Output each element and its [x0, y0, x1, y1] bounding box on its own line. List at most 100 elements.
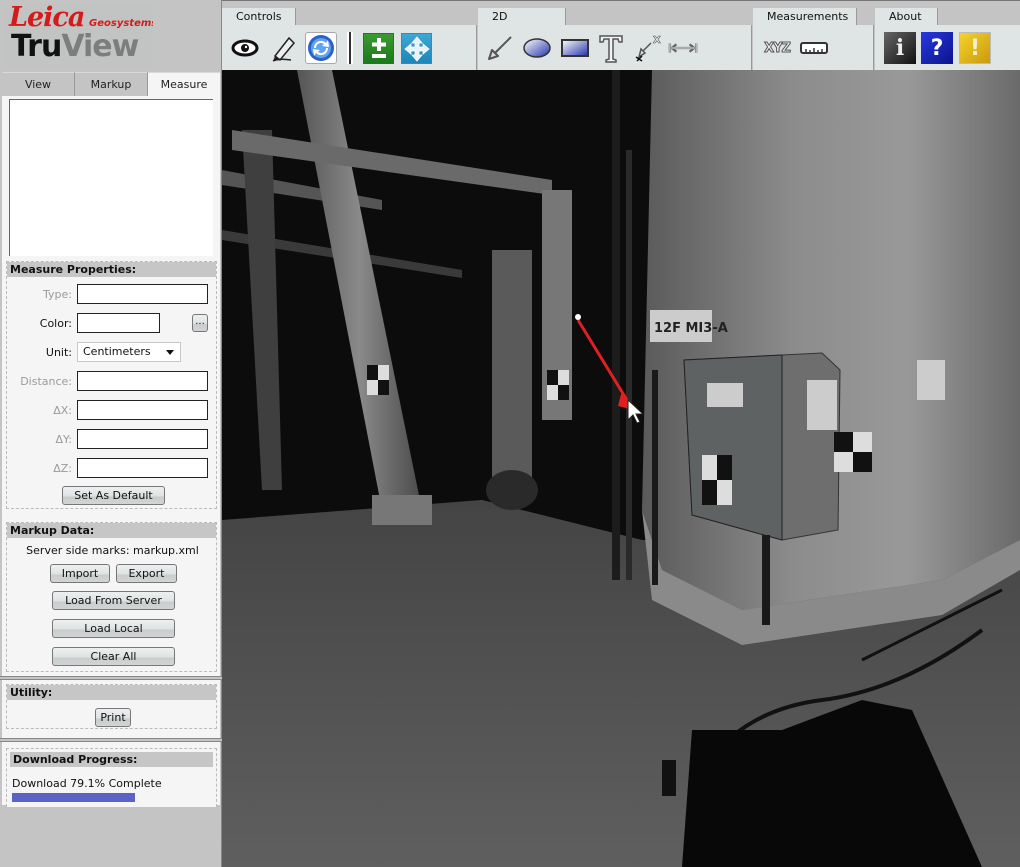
distance-row: Distance: [7, 371, 218, 393]
download-status-text: Download 79.1% Complete [12, 777, 162, 790]
markups-toolbar-body: X [478, 25, 752, 71]
logo-product: TruView [11, 29, 139, 64]
warning-icon[interactable]: ! [959, 32, 991, 64]
measurements-tab[interactable]: Measurements [753, 8, 857, 25]
pencil-icon[interactable] [268, 33, 298, 63]
help-icon[interactable]: ? [921, 32, 953, 64]
delete-markup-icon[interactable]: X [633, 33, 663, 63]
rectangle-icon[interactable] [560, 33, 590, 63]
import-button[interactable]: Import [50, 564, 110, 583]
export-button[interactable]: Export [116, 564, 177, 583]
vertical-pipe [612, 70, 620, 580]
target-marker [807, 380, 837, 430]
dz-label: ΔZ: [53, 462, 72, 475]
tab-view[interactable]: View [2, 72, 75, 96]
tab-markup[interactable]: Markup [75, 72, 148, 96]
markups-toolbar-group: 2D Markups X [478, 8, 752, 71]
arrow-icon[interactable] [485, 33, 515, 63]
load-from-server-button[interactable]: Load From Server [52, 591, 175, 610]
measurements-toolbar-group: Measurements XYZ [753, 8, 874, 71]
left-panel: Leica Geosystems TruView View Markup Mea… [0, 0, 222, 867]
print-button[interactable]: Print [95, 708, 131, 727]
tab-measure[interactable]: Measure [148, 72, 220, 96]
measurements-toolbar-body: XYZ [753, 25, 874, 71]
color-field[interactable] [77, 313, 160, 333]
controls-tab[interactable]: Controls [222, 8, 296, 25]
box-label-plate [707, 383, 743, 407]
tank-tag-text: 12F MI3-A [654, 321, 728, 336]
logo-product-light: View [61, 29, 139, 64]
distance-field[interactable] [77, 371, 208, 391]
download-progress-group: Download Progress: Download 79.1% Comple… [6, 748, 217, 807]
dz-field[interactable] [77, 458, 208, 478]
dx-label: ΔX: [53, 404, 72, 417]
zoom-plus-minus-icon[interactable] [363, 33, 394, 64]
dz-row: ΔZ: [7, 458, 218, 480]
download-progress-bar [12, 793, 168, 802]
svg-text:X: X [653, 35, 661, 46]
type-label: Type: [43, 288, 72, 301]
info-icon[interactable]: i [884, 32, 916, 64]
xyz-coordinate-icon[interactable]: XYZ [760, 33, 794, 63]
chevron-down-icon [166, 350, 174, 355]
pan-move-icon[interactable] [401, 33, 432, 64]
leica-truview-logo: Leica Geosystems TruView [3, 4, 153, 66]
dimension-icon[interactable] [668, 33, 698, 63]
logo-product-bold: Tru [11, 29, 62, 64]
markup-data-title: Markup Data: [7, 523, 216, 538]
controls-toolbar-body [222, 25, 477, 71]
measurements-list[interactable] [9, 99, 213, 256]
electrical-box-front [683, 354, 783, 541]
xyz-label: XYZ [764, 40, 792, 56]
panel-divider [0, 676, 222, 680]
target-marker [917, 360, 945, 400]
distance-label: Distance: [20, 375, 72, 388]
markup-data-group: Markup Data: Server side marks: markup.x… [6, 522, 217, 672]
about-toolbar-group: About i ? ! [875, 8, 1020, 71]
truview-app: Leica Geosystems TruView View Markup Mea… [0, 0, 1020, 867]
type-row: Type: [7, 284, 218, 306]
beam-base [372, 495, 432, 525]
controls-toolbar-group: Controls [222, 8, 477, 71]
unit-row: Unit: Centimeters [7, 342, 218, 364]
unit-select[interactable]: Centimeters [77, 342, 181, 362]
dy-row: ΔY: [7, 429, 218, 451]
2d-markups-tab[interactable]: 2D Markups [478, 8, 566, 40]
help-glyph: ? [930, 35, 944, 61]
set-as-default-button[interactable]: Set As Default [62, 486, 165, 505]
logo-tagline: Geosystems [89, 18, 153, 29]
utility-group: Utility: Print [6, 684, 217, 729]
ellipse-icon[interactable] [522, 33, 552, 63]
dx-row: ΔX: [7, 400, 218, 422]
measure-properties-title: Measure Properties: [7, 262, 216, 277]
refresh-icon[interactable] [305, 32, 337, 64]
valve-pipe [492, 250, 532, 490]
ruler-icon[interactable] [797, 33, 831, 63]
eye-icon[interactable] [230, 33, 260, 63]
power-adapter [662, 760, 676, 796]
warning-glyph: ! [969, 35, 981, 61]
panorama-scene: 12F MI3-A [222, 70, 1020, 867]
dy-label: ΔY: [55, 433, 73, 446]
measurement-start-point [575, 314, 581, 320]
toolbar-separator [347, 32, 353, 64]
measure-properties-group: Measure Properties: Type: Color: ... Uni… [6, 261, 217, 509]
color-label: Color: [39, 317, 72, 330]
clear-all-button[interactable]: Clear All [52, 647, 175, 666]
color-picker-button[interactable]: ... [192, 314, 208, 332]
download-progress-title: Download Progress: [10, 752, 213, 767]
type-field[interactable] [77, 284, 208, 304]
server-marks-text: Server side marks: markup.xml [26, 544, 199, 557]
color-row: Color: ... [7, 313, 218, 335]
dx-field[interactable] [77, 400, 208, 420]
load-local-button[interactable]: Load Local [52, 619, 175, 638]
measure-tab-content: Measure Properties: Type: Color: ... Uni… [0, 96, 222, 807]
dy-field[interactable] [77, 429, 208, 449]
about-toolbar-body: i ? ! [875, 25, 1020, 71]
text-icon[interactable] [596, 33, 626, 63]
unit-label: Unit: [45, 346, 72, 359]
panorama-viewport[interactable]: 12F MI3-A [222, 70, 1020, 867]
main-toolbar: Controls 2D X Measurements XYZ About i ?… [222, 0, 1020, 71]
stand-leg [652, 370, 658, 585]
about-tab[interactable]: About [875, 8, 938, 25]
